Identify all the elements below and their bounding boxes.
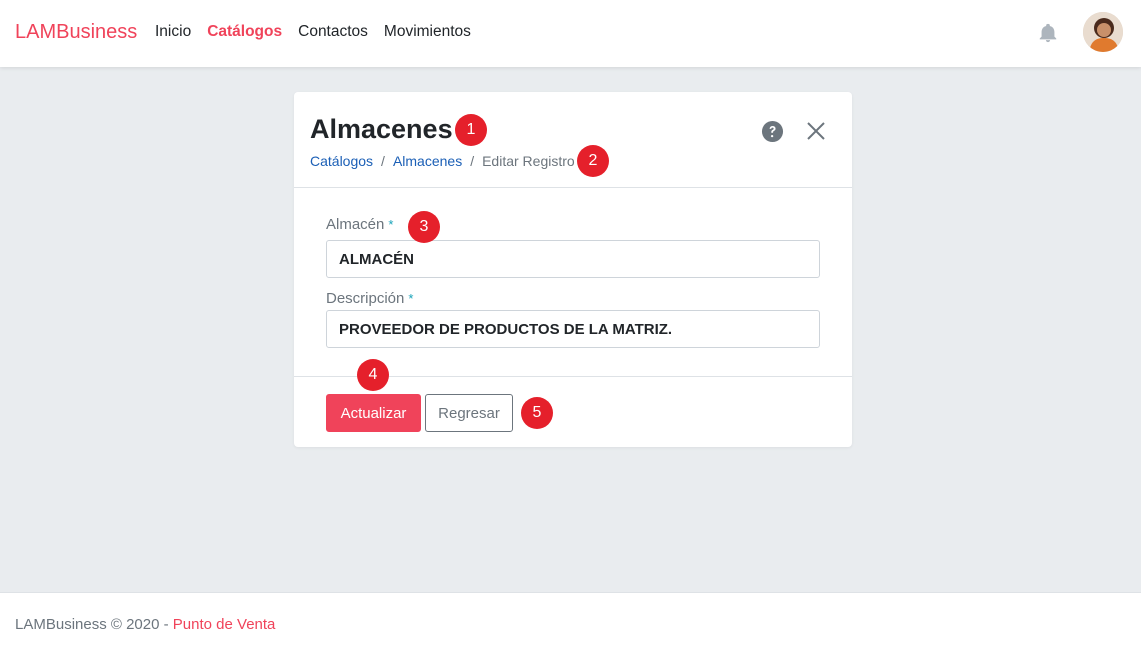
brand-logo[interactable]: LAMBusiness: [15, 21, 137, 44]
breadcrumb-item-catalogos[interactable]: Catálogos: [310, 153, 373, 169]
annotation-marker-2: 2: [577, 145, 609, 177]
user-avatar[interactable]: [1083, 12, 1123, 52]
breadcrumb-separator: /: [470, 153, 475, 169]
page-footer: LAMBusiness © 2020 - Punto de Venta: [0, 592, 1141, 647]
nav-links: Inicio Catálogos Contactos Movimientos: [155, 23, 487, 41]
almacen-input[interactable]: [326, 240, 820, 278]
annotation-marker-3: 3: [408, 211, 440, 243]
edit-record-card: Almacenes Catálogos / Almacenes / Editar…: [294, 92, 852, 447]
close-icon[interactable]: [806, 121, 826, 141]
required-mark: *: [388, 217, 394, 232]
footer-link-punto-de-venta[interactable]: Punto de Venta: [173, 616, 276, 633]
required-mark: *: [408, 291, 414, 306]
card-header: Almacenes Catálogos / Almacenes / Editar…: [294, 92, 852, 188]
descripcion-input[interactable]: [326, 310, 820, 348]
page-title: Almacenes: [310, 114, 453, 144]
descripcion-label-text: Descripción: [326, 290, 405, 307]
nav-link-inicio[interactable]: Inicio: [155, 23, 191, 41]
nav-link-catalogos[interactable]: Catálogos: [207, 23, 282, 41]
bell-icon[interactable]: [1037, 22, 1059, 44]
back-button[interactable]: Regresar: [425, 394, 513, 432]
nav-link-movimientos[interactable]: Movimientos: [384, 23, 471, 41]
footer-text: LAMBusiness © 2020 - Punto de Venta: [15, 616, 275, 633]
update-button[interactable]: Actualizar: [326, 394, 421, 432]
copyright-text: LAMBusiness © 2020 -: [15, 616, 173, 633]
top-navbar: LAMBusiness Inicio Catálogos Contactos M…: [0, 0, 1141, 67]
breadcrumb-current: Editar Registro: [482, 153, 575, 169]
descripcion-label: Descripción *: [326, 290, 413, 307]
breadcrumb-item-almacenes[interactable]: Almacenes: [393, 153, 462, 169]
almacen-label: Almacén *: [326, 216, 393, 233]
almacen-label-text: Almacén: [326, 216, 385, 233]
annotation-marker-4: 4: [357, 359, 389, 391]
breadcrumb-separator: /: [381, 153, 385, 169]
nav-link-contactos[interactable]: Contactos: [298, 23, 368, 41]
annotation-marker-1: 1: [455, 114, 487, 146]
help-icon[interactable]: [761, 120, 784, 143]
annotation-marker-5: 5: [521, 397, 553, 429]
breadcrumb: Catálogos / Almacenes / Editar Registro: [310, 153, 575, 169]
